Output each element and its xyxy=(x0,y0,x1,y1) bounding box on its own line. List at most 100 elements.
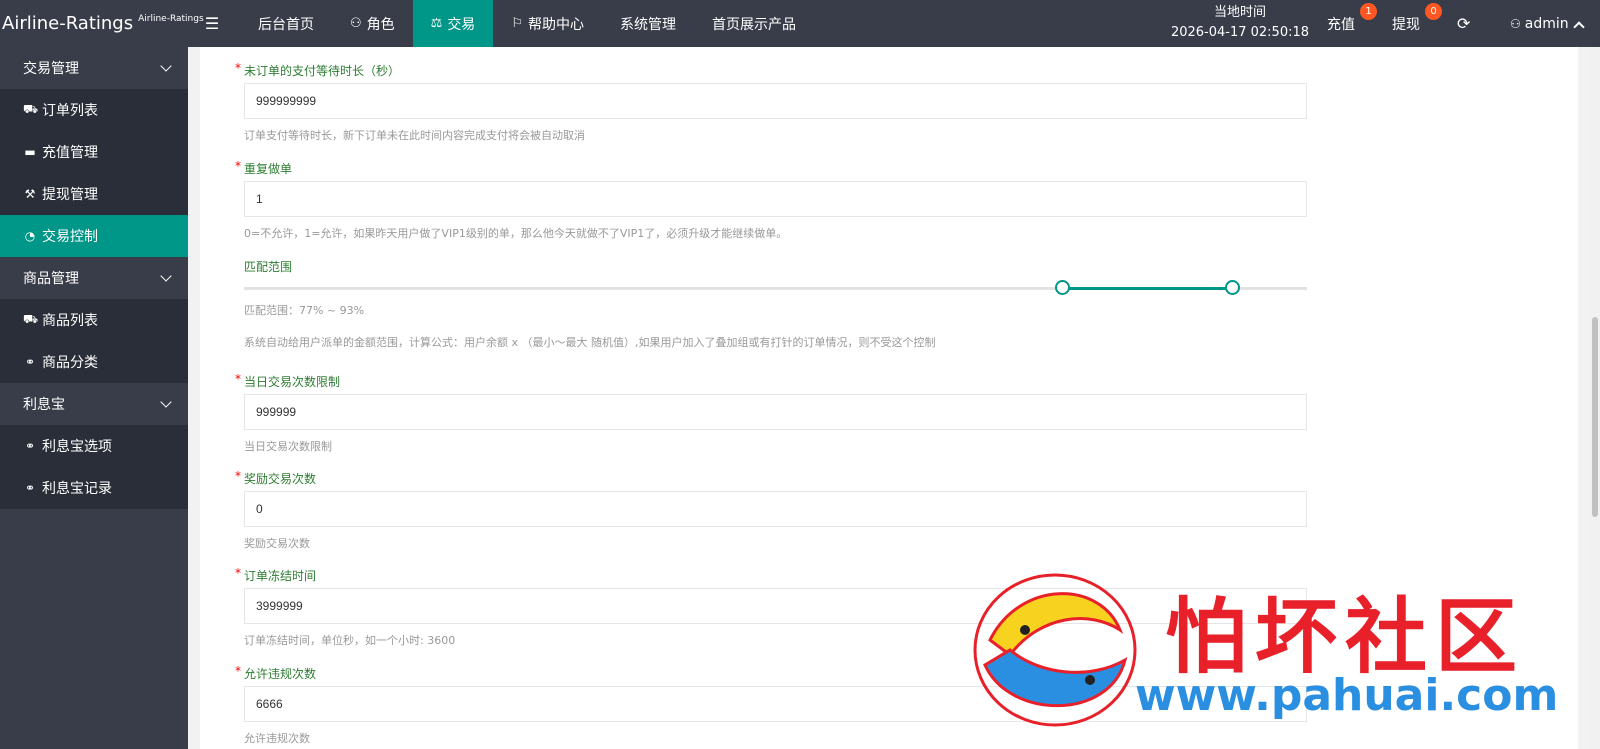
sidebar-item-interest-records[interactable]: ⚭ 利息宝记录 xyxy=(0,467,188,509)
match-range-slider[interactable] xyxy=(244,280,1307,295)
cart-icon: ⛟ xyxy=(23,102,39,116)
required-mark: * xyxy=(235,664,241,678)
sidebar-group-label: 利息宝 xyxy=(23,397,65,413)
scrollbar-thumb[interactable] xyxy=(1592,317,1598,517)
watermark-url: www.pahuai.com xyxy=(1135,670,1559,721)
required-mark: * xyxy=(235,372,241,386)
nav-label: 首页展示产品 xyxy=(711,16,796,33)
field-help: 奖励交易次数 xyxy=(244,537,310,550)
sidebar-item-label: 利息宝记录 xyxy=(42,481,112,497)
sidebar-group-interest[interactable]: 利息宝 xyxy=(0,383,188,425)
local-time-value: 2026-04-17 02:50:18 xyxy=(1170,25,1310,40)
fish-logo-icon xyxy=(973,573,1137,727)
menu-toggle-icon[interactable]: ☰ xyxy=(204,14,220,33)
sidebar-item-interest-options[interactable]: ⚭ 利息宝选项 xyxy=(0,425,188,467)
user-icon: ⚇ xyxy=(350,16,362,31)
flag-icon: ⚐ xyxy=(511,16,523,31)
sidebar: 交易管理 ⛟ 订单列表 ▬ 充值管理 ⚒ 提现管理 ◔ 交易控制 商品管理 ⛟ … xyxy=(0,47,188,749)
match-range-value: 匹配范围：77% ~ 93% xyxy=(244,304,365,317)
form-field-bonus-trades: * 奖励交易次数 0 奖励交易次数 xyxy=(235,469,1312,551)
payment-wait-input[interactable]: 999999999 xyxy=(244,83,1307,119)
sidebar-group-label: 商品管理 xyxy=(23,271,79,287)
sidebar-item-label: 交易控制 xyxy=(42,229,98,245)
field-label-text: 奖励交易次数 xyxy=(244,472,317,486)
sidebar-item-order-list[interactable]: ⛟ 订单列表 xyxy=(0,89,188,131)
nav-item-system[interactable]: 系统管理 xyxy=(602,0,694,47)
sidebar-item-recharge-management[interactable]: ▬ 充值管理 xyxy=(0,131,188,173)
sidebar-item-product-list[interactable]: ⛟ 商品列表 xyxy=(0,299,188,341)
bonus-trades-input[interactable]: 0 xyxy=(244,491,1307,527)
withdraw-badge: 0 xyxy=(1425,3,1442,20)
field-label-text: 当日交易次数限制 xyxy=(244,375,341,389)
scale-icon: ⚖ xyxy=(430,16,443,31)
sidebar-group-trade-management[interactable]: 交易管理 xyxy=(0,47,188,89)
gavel-icon: ⚒ xyxy=(24,187,36,201)
form-field-payment-wait: * 未订单的支付等待时长（秒） 999999999 订单支付等待时长，新下订单未在… xyxy=(235,61,1312,143)
form-field-daily-limit: * 当日交易次数限制 999999 当日交易次数限制 xyxy=(235,372,1312,454)
required-mark: * xyxy=(235,469,241,483)
repeat-order-input[interactable]: 1 xyxy=(244,181,1307,217)
sidebar-item-label: 商品列表 xyxy=(42,313,98,329)
sidebar-item-product-category[interactable]: ⚭ 商品分类 xyxy=(0,341,188,383)
dashboard-icon: ◔ xyxy=(24,229,36,243)
brand[interactable]: Airline-Ratings Airline-Ratings xyxy=(0,0,204,47)
user-menu[interactable]: ⚇ admin xyxy=(1510,0,1585,47)
nav-item-trade[interactable]: ⚖ 交易 xyxy=(412,0,494,47)
field-label-text: 重复做单 xyxy=(244,162,293,176)
chevron-up-icon xyxy=(1572,20,1585,33)
nav-item-role[interactable]: ⚇ 角色 xyxy=(332,0,413,47)
link-icon: ⚭ xyxy=(24,355,36,369)
match-range-help: 系统自动给用户派单的金额范围，计算公式：用户余额 x （最小～最大 随机值）,如… xyxy=(244,336,936,349)
required-mark: * xyxy=(235,566,241,580)
nav-label: 交易 xyxy=(447,16,476,33)
nav-label: 系统管理 xyxy=(619,16,676,33)
recharge-badge: 1 xyxy=(1360,3,1377,20)
chevron-down-icon xyxy=(160,270,172,282)
nav-label: 后台首页 xyxy=(258,16,314,33)
nav-item-home[interactable]: 后台首页 xyxy=(240,0,332,47)
field-label-text: 允许违规次数 xyxy=(244,667,317,681)
field-help: 当日交易次数限制 xyxy=(244,440,332,453)
field-label-text: 订单冻结时间 xyxy=(244,569,317,583)
sidebar-item-label: 订单列表 xyxy=(42,103,98,119)
daily-limit-input[interactable]: 999999 xyxy=(244,394,1307,430)
withdraw-label: 提现 xyxy=(1392,16,1420,33)
sidebar-item-label: 充值管理 xyxy=(42,145,98,161)
refresh-icon[interactable]: ⟳ xyxy=(1457,0,1470,47)
recharge-label: 充值 xyxy=(1327,16,1355,33)
required-mark: * xyxy=(235,61,241,75)
sidebar-item-trade-control[interactable]: ◔ 交易控制 xyxy=(0,215,188,257)
field-label: 匹配范围 xyxy=(235,259,1312,275)
field-label: * 重复做单 xyxy=(235,159,1312,177)
user-icon: ⚇ xyxy=(1510,16,1521,31)
field-label: * 当日交易次数限制 xyxy=(235,372,1312,390)
field-label-text: 匹配范围 xyxy=(244,260,293,274)
top-nav: 后台首页 ⚇ 角色 ⚖ 交易 ⚐ 帮助中心 系统管理 首页展示产品 xyxy=(240,0,814,47)
field-help: 订单支付等待时长，新下订单未在此时间内容完成支付将会被自动取消 xyxy=(244,129,585,142)
card-icon: ▬ xyxy=(24,145,36,159)
slider-min-handle[interactable] xyxy=(1055,280,1070,295)
sidebar-item-withdraw-management[interactable]: ⚒ 提现管理 xyxy=(0,173,188,215)
sidebar-group-product-management[interactable]: 商品管理 xyxy=(0,257,188,299)
recharge-button[interactable]: 充值 xyxy=(1327,0,1355,47)
field-label-text: 未订单的支付等待时长（秒） xyxy=(244,64,401,78)
sidebar-item-label: 提现管理 xyxy=(42,187,98,203)
field-help: 0=不允许，1=允许，如果昨天用户做了VIP1级别的单，那么他今天就做不了VIP… xyxy=(244,227,788,240)
field-label: * 奖励交易次数 xyxy=(235,469,1312,487)
nav-item-featured-products[interactable]: 首页展示产品 xyxy=(694,0,814,47)
sidebar-group-label: 交易管理 xyxy=(23,61,79,77)
link-icon: ⚭ xyxy=(24,439,36,453)
page-scrollbar[interactable] xyxy=(1590,47,1600,749)
form-field-match-range: 匹配范围 xyxy=(235,259,1312,275)
local-time-label: 当地时间 xyxy=(1213,5,1266,20)
form-field-repeat-order: * 重复做单 1 0=不允许，1=允许，如果昨天用户做了VIP1级别的单，那么他今… xyxy=(235,159,1312,241)
withdraw-button[interactable]: 提现 xyxy=(1392,0,1420,47)
chevron-down-icon xyxy=(160,60,172,72)
sidebar-item-label: 商品分类 xyxy=(42,355,98,371)
nav-item-help[interactable]: ⚐ 帮助中心 xyxy=(493,0,602,47)
shopping-cart-icon: ⛟ xyxy=(23,312,39,326)
slider-max-handle[interactable] xyxy=(1225,280,1241,295)
brand-title: Airline-Ratings xyxy=(2,13,134,34)
required-mark: * xyxy=(235,159,241,173)
field-label: * 未订单的支付等待时长（秒） xyxy=(235,61,1312,79)
